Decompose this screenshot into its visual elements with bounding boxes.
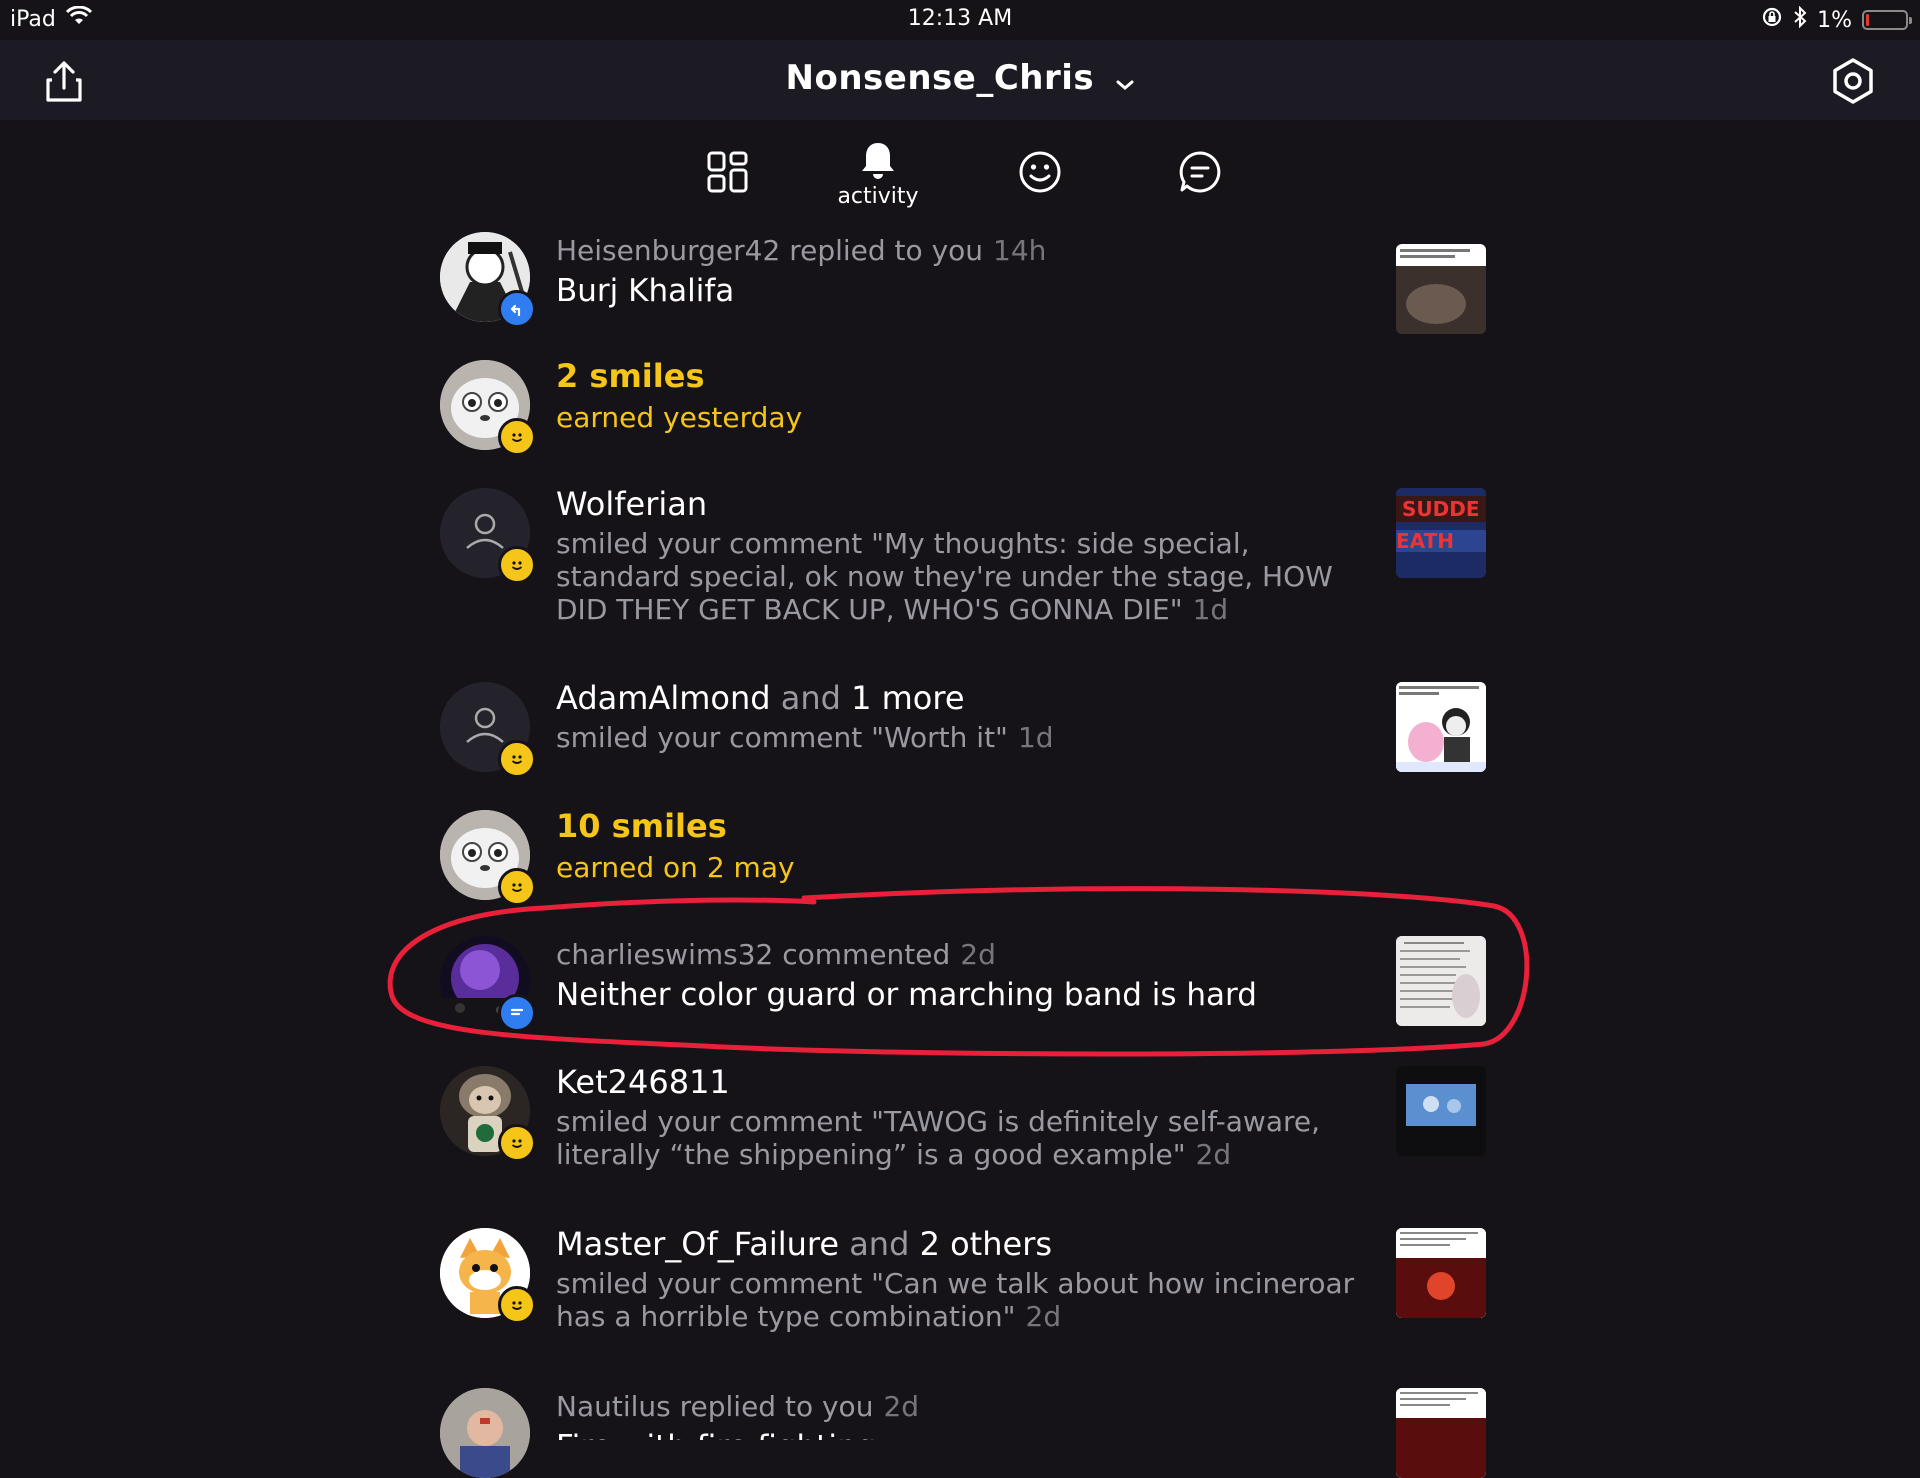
item-meta: Nautilus replied to you bbox=[556, 1390, 874, 1423]
tab-smiles[interactable] bbox=[990, 140, 1090, 220]
bluetooth-icon bbox=[1793, 5, 1807, 34]
item-time: 2d bbox=[1025, 1300, 1062, 1333]
item-content: Ket246811 smiled your comment "TAWOG is … bbox=[556, 1063, 1356, 1172]
reply-icon bbox=[510, 304, 521, 317]
highlight-circle bbox=[387, 886, 1530, 1057]
status-right: 1% bbox=[1761, 5, 1912, 34]
post-thumbnail[interactable] bbox=[1396, 1228, 1486, 1318]
tab-activity[interactable]: activity bbox=[828, 140, 928, 220]
username: Ket246811 bbox=[556, 1063, 730, 1101]
grid-icon bbox=[707, 151, 748, 193]
smiles-count: 10 smiles bbox=[556, 807, 727, 845]
page-title: Nonsense_Chris bbox=[785, 58, 1095, 98]
chat-bubble-icon bbox=[1179, 151, 1221, 193]
reply-badge bbox=[498, 290, 536, 328]
svg-text:SUDDE: SUDDE bbox=[1402, 497, 1480, 521]
chevron-down-icon bbox=[1116, 60, 1134, 100]
item-content: AdamAlmond and 1 more smiled your commen… bbox=[556, 679, 1356, 755]
joiner-text: and bbox=[849, 1225, 910, 1263]
smiles-earned: earned on 2 may bbox=[556, 851, 795, 884]
more-users[interactable]: 1 more bbox=[851, 679, 964, 717]
clock: 12:13 AM bbox=[907, 6, 1013, 31]
smile-icon bbox=[511, 755, 523, 764]
smiles-count: 2 smiles bbox=[556, 357, 705, 395]
item-content: Heisenburger42 replied to you 14h Burj Kh… bbox=[556, 234, 1356, 308]
post-thumbnail[interactable]: SUDDE EATH bbox=[1396, 488, 1486, 578]
item-time: 1d bbox=[1192, 593, 1229, 626]
item-content: 10 smiles earned on 2 may bbox=[556, 807, 1356, 885]
svg-text:EATH: EATH bbox=[1396, 529, 1454, 553]
item-text: Burj Khalifa bbox=[556, 273, 735, 309]
smile-badge bbox=[498, 418, 536, 456]
item-content: Wolferian smiled your comment "My though… bbox=[556, 485, 1356, 627]
smile-icon bbox=[511, 561, 523, 570]
post-thumbnail[interactable] bbox=[1396, 1388, 1486, 1478]
username: AdamAlmond bbox=[556, 679, 771, 717]
bell-icon bbox=[862, 143, 894, 179]
smile-icon bbox=[511, 1139, 523, 1148]
post-thumbnail[interactable] bbox=[1396, 1066, 1486, 1156]
smile-icon bbox=[511, 1301, 523, 1310]
item-desc: smiled your comment "Worth it" bbox=[556, 721, 1008, 754]
battery-percent: 1% bbox=[1817, 7, 1852, 33]
avatar[interactable] bbox=[440, 1388, 530, 1478]
more-users[interactable]: 2 others bbox=[920, 1225, 1052, 1263]
rotation-lock-icon bbox=[1761, 6, 1783, 34]
item-content: Master_Of_Failure and 2 others smiled yo… bbox=[556, 1225, 1356, 1334]
battery-icon bbox=[1862, 10, 1912, 30]
settings-icon bbox=[1833, 58, 1873, 104]
username: Master_Of_Failure bbox=[556, 1225, 840, 1263]
tab-comments[interactable] bbox=[1150, 140, 1250, 220]
tab-grid[interactable] bbox=[678, 140, 778, 220]
smiley-icon bbox=[1019, 151, 1061, 193]
smile-badge bbox=[498, 1286, 536, 1324]
post-thumbnail[interactable] bbox=[1396, 682, 1486, 772]
item-desc: smiled your comment "Can we talk about h… bbox=[556, 1267, 1355, 1333]
activity-feed: Heisenburger42 replied to you 14h Burj Kh… bbox=[0, 220, 1920, 1478]
username: Wolferian bbox=[556, 485, 708, 523]
status-bar: iPad 12:13 AM 1% bbox=[0, 0, 1920, 40]
joiner-text: and bbox=[780, 679, 841, 717]
post-thumbnail[interactable] bbox=[1396, 244, 1486, 334]
item-time: 2d bbox=[1195, 1138, 1232, 1171]
smile-badge bbox=[498, 546, 536, 584]
item-time: 1d bbox=[1017, 721, 1054, 754]
smile-badge bbox=[498, 740, 536, 778]
item-time: 14h bbox=[993, 234, 1047, 267]
item-text: Fire with fire fighting bbox=[556, 1431, 1356, 1441]
header-bar: Nonsense_Chris bbox=[0, 40, 1920, 120]
tab-label-activity: activity bbox=[837, 184, 919, 209]
profile-switcher[interactable]: Nonsense_Chris bbox=[0, 58, 1920, 100]
item-content: Nautilus replied to you 2d Fire with fire… bbox=[556, 1390, 1356, 1440]
item-meta: Heisenburger42 replied to you bbox=[556, 234, 984, 267]
smile-icon bbox=[511, 433, 523, 442]
item-content: 2 smiles earned yesterday bbox=[556, 357, 1356, 435]
smiles-earned: earned yesterday bbox=[556, 401, 803, 434]
tab-bar: activity bbox=[660, 140, 1260, 220]
battery-level bbox=[1866, 14, 1869, 26]
item-time: 2d bbox=[883, 1390, 920, 1423]
settings-button[interactable] bbox=[1828, 56, 1878, 106]
smile-badge bbox=[498, 1124, 536, 1162]
